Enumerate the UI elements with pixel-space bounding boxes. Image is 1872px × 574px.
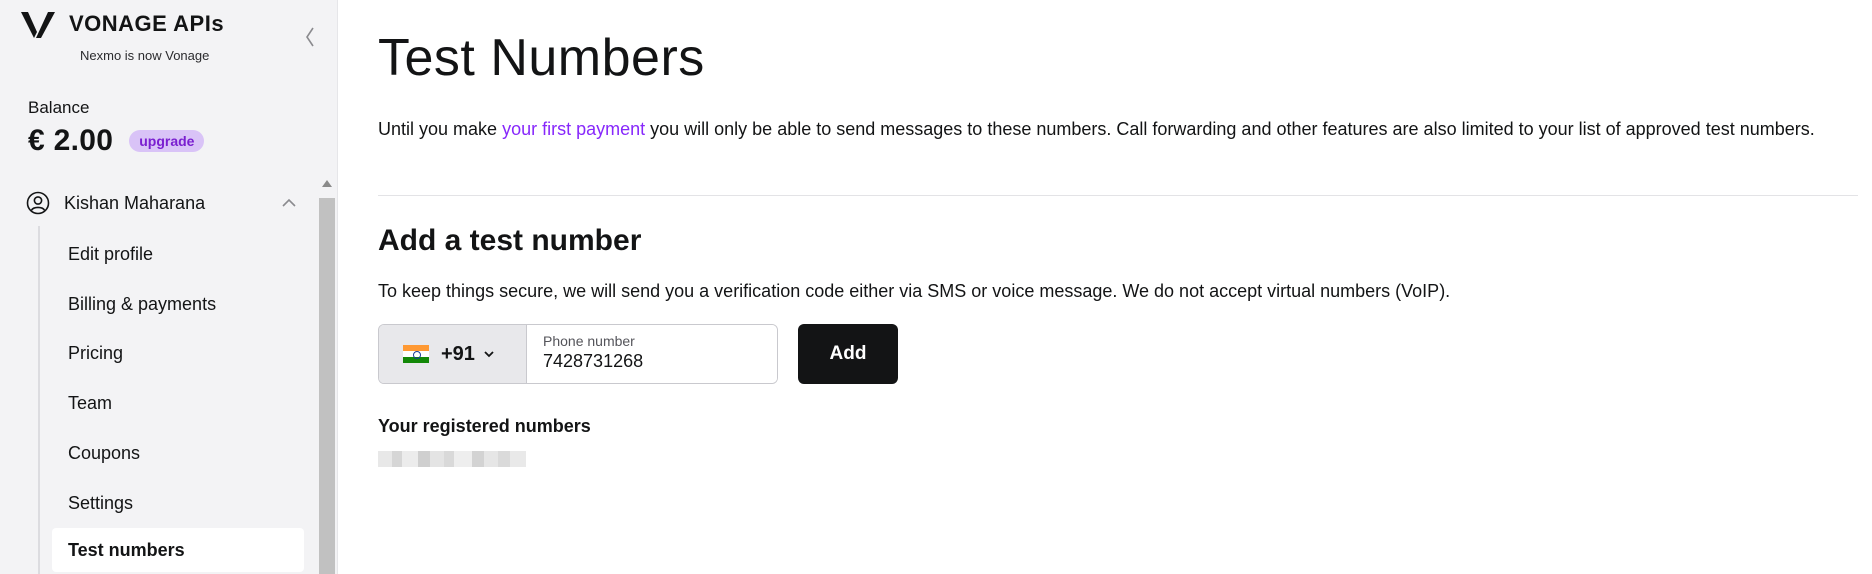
sidebar: VONAGE APIs Nexmo is now Vonage Balance …	[0, 0, 338, 574]
first-payment-link[interactable]: your first payment	[502, 119, 645, 139]
phone-number-field[interactable]: Phone number	[527, 325, 777, 383]
add-button[interactable]: Add	[798, 324, 898, 384]
upgrade-badge[interactable]: upgrade	[129, 130, 205, 152]
balance-label: Balance	[28, 98, 90, 117]
phone-input-group: +91 Phone number	[378, 324, 778, 384]
vonage-logo-icon	[21, 12, 55, 38]
brand-subtitle: Nexmo is now Vonage	[80, 48, 210, 63]
balance-value: € 2.00	[28, 124, 114, 157]
sidebar-item-test-numbers[interactable]: Test numbers	[52, 528, 304, 572]
sidebar-item-edit-profile[interactable]: Edit profile	[52, 232, 304, 276]
country-code-select[interactable]: +91	[379, 325, 527, 383]
phone-number-input[interactable]	[543, 351, 763, 372]
intro-text: Until you make your first payment you wi…	[378, 116, 1838, 142]
country-code-value: +91	[441, 342, 475, 365]
sidebar-scrollbar[interactable]	[318, 180, 336, 574]
add-test-number-heading: Add a test number	[378, 224, 642, 257]
scrollbar-thumb[interactable]	[319, 198, 335, 574]
divider	[378, 195, 1858, 196]
user-name: Kishan Maharana	[64, 192, 206, 213]
account-submenu: Edit profile Billing & payments Pricing …	[38, 226, 304, 574]
user-menu-toggle[interactable]: Kishan Maharana	[26, 188, 298, 218]
registered-numbers-heading: Your registered numbers	[378, 416, 591, 436]
verification-note: To keep things secure, we will send you …	[378, 281, 1451, 301]
india-flag-icon	[403, 345, 429, 363]
intro-text-end: you will only be able to send messages t…	[645, 119, 1815, 139]
sidebar-item-team[interactable]: Team	[52, 381, 304, 425]
sidebar-item-settings[interactable]: Settings	[52, 481, 304, 525]
brand[interactable]: VONAGE APIs Nexmo is now Vonage	[19, 10, 224, 63]
user-circle-icon	[26, 191, 50, 215]
chevron-up-icon	[282, 198, 296, 207]
phone-number-label: Phone number	[543, 333, 635, 349]
chevron-left-icon[interactable]	[300, 24, 320, 50]
sidebar-item-coupons[interactable]: Coupons	[52, 431, 304, 475]
intro-text-start: Until you make	[378, 119, 503, 139]
sidebar-item-billing-payments[interactable]: Billing & payments	[52, 282, 304, 326]
brand-name: VONAGE APIs	[69, 11, 225, 36]
scroll-up-arrow-icon[interactable]	[322, 180, 332, 187]
balance-row: € 2.00 upgrade	[28, 124, 205, 158]
page-title: Test Numbers	[378, 29, 705, 87]
registered-number-redacted	[378, 451, 526, 467]
chevron-down-icon	[484, 351, 494, 358]
sidebar-item-pricing[interactable]: Pricing	[52, 331, 304, 375]
